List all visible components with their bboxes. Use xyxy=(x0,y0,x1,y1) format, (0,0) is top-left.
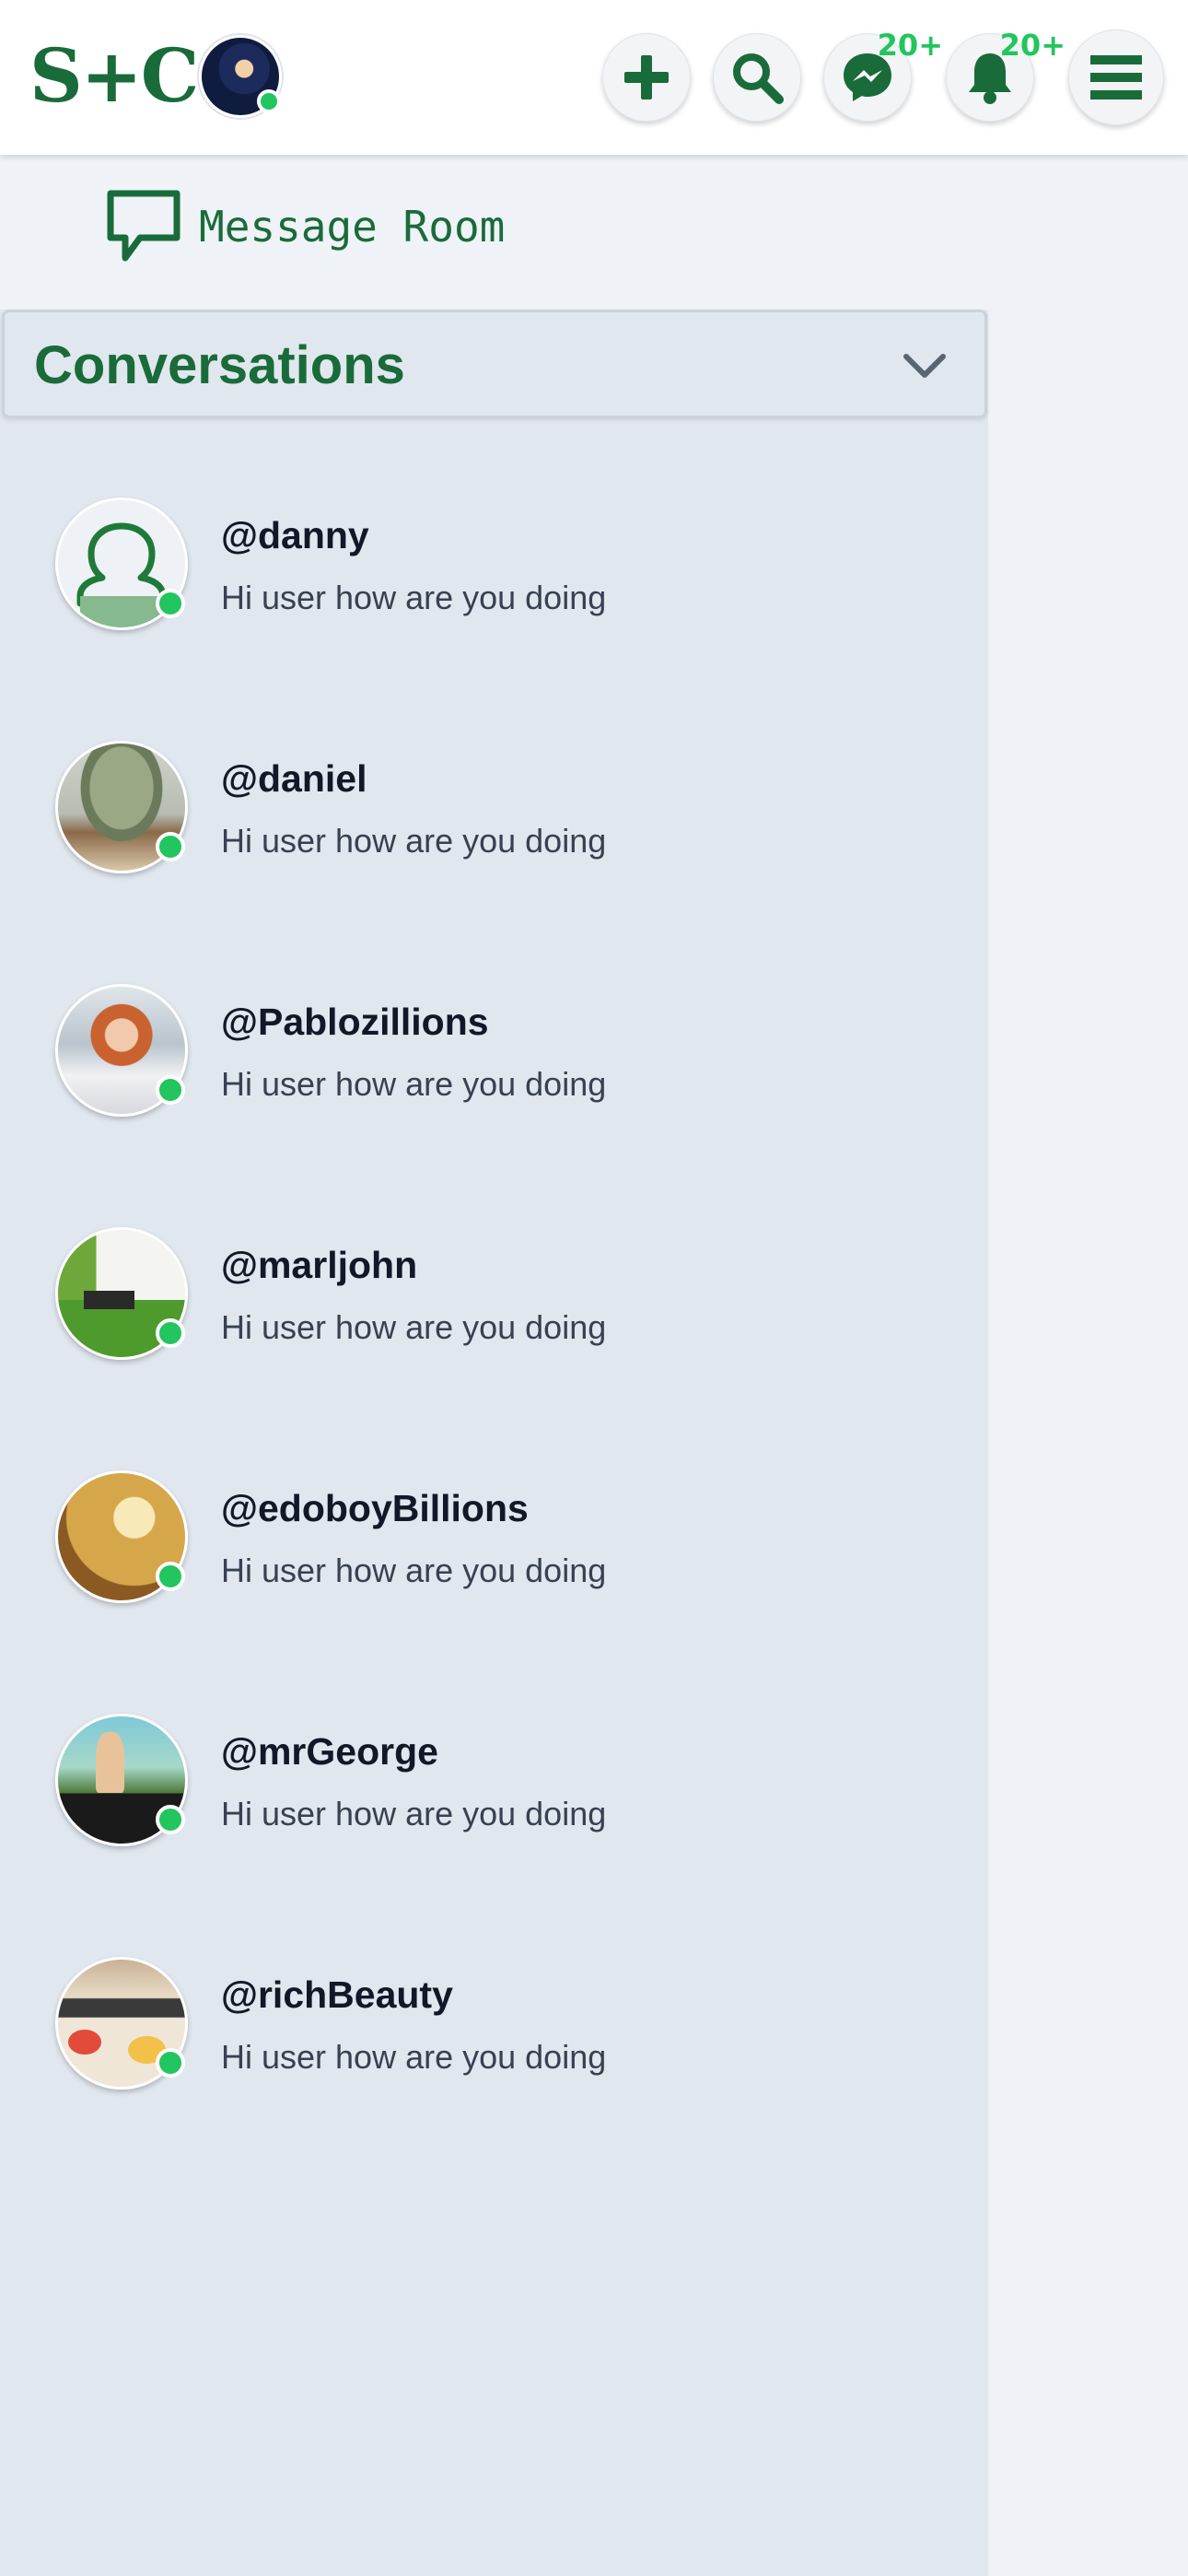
avatar[interactable] xyxy=(55,498,188,630)
conversation-username: @daniel xyxy=(221,757,367,800)
conversation-preview: Hi user how are you doing xyxy=(221,1308,607,1346)
online-indicator xyxy=(156,1318,185,1348)
conversations-header[interactable]: Conversations xyxy=(2,310,987,418)
conversation-item-daniel[interactable]: @daniel Hi user how are you doing xyxy=(0,741,988,984)
online-indicator xyxy=(156,1075,185,1105)
conversation-preview: Hi user how are you doing xyxy=(221,1065,607,1103)
conversation-preview: Hi user how are you doing xyxy=(221,1795,607,1832)
online-indicator xyxy=(257,89,281,113)
create-post-button[interactable] xyxy=(602,33,691,122)
conversation-username: @danny xyxy=(221,514,369,556)
avatar[interactable] xyxy=(55,741,188,873)
conversation-preview: Hi user how are you doing xyxy=(221,1551,607,1589)
conversation-username: @marljohn xyxy=(221,1244,418,1286)
notifications-badge: 20+ xyxy=(999,28,1066,63)
message-room-label: Message Room xyxy=(199,202,506,252)
online-indicator xyxy=(156,589,185,618)
avatar[interactable] xyxy=(55,1470,188,1603)
conversation-item-edoboybillions[interactable]: @edoboyBillions Hi user how are you doin… xyxy=(0,1470,988,1714)
online-indicator xyxy=(156,2048,185,2078)
conversation-username: @mrGeorge xyxy=(221,1730,438,1773)
conversation-preview: Hi user how are you doing xyxy=(221,822,607,860)
top-header: S+C 20+ 20+ xyxy=(0,0,1188,155)
avatar[interactable] xyxy=(55,1957,188,2090)
conversation-item-marljohn[interactable]: @marljohn Hi user how are you doing xyxy=(0,1227,988,1470)
conversation-item-richbeauty[interactable]: @richBeauty Hi user how are you doing xyxy=(0,1957,988,2200)
conversation-item-pablozillions[interactable]: @Pablozillions Hi user how are you doing xyxy=(0,984,988,1227)
online-indicator xyxy=(156,1562,185,1591)
menu-button[interactable] xyxy=(1068,29,1164,125)
conversation-preview: Hi user how are you doing xyxy=(221,2038,607,2076)
conversation-username: @Pablozillions xyxy=(221,1001,489,1043)
avatar[interactable] xyxy=(55,984,188,1117)
chevron-down-icon[interactable] xyxy=(902,347,948,384)
app-logo[interactable]: S+C xyxy=(29,33,199,118)
avatar[interactable] xyxy=(55,1714,188,1846)
profile-avatar[interactable] xyxy=(199,35,282,118)
conversation-preview: Hi user how are you doing xyxy=(221,579,607,616)
avatar[interactable] xyxy=(55,1227,188,1360)
message-room-heading: Message Room xyxy=(105,190,505,263)
notifications-button[interactable]: 20+ xyxy=(946,28,1066,122)
menu-icon xyxy=(1090,55,1142,100)
conversation-username: @edoboyBillions xyxy=(221,1487,529,1529)
messages-badge: 20+ xyxy=(877,28,943,63)
plus-icon xyxy=(624,55,669,100)
search-button[interactable] xyxy=(713,33,801,122)
chat-bubble-icon xyxy=(107,190,181,262)
conversation-item-danny[interactable]: @danny Hi user how are you doing xyxy=(0,498,988,741)
search-icon xyxy=(733,53,784,104)
conversations-title: Conversations xyxy=(34,335,405,395)
conversations-panel: Conversations @danny Hi user how are you… xyxy=(0,310,988,2576)
conversation-username: @richBeauty xyxy=(221,1973,453,2016)
conversation-item-mrgeorge[interactable]: @mrGeorge Hi user how are you doing xyxy=(0,1714,988,1957)
online-indicator xyxy=(156,1805,185,1834)
online-indicator xyxy=(156,832,185,861)
messages-button[interactable]: 20+ xyxy=(823,28,943,122)
